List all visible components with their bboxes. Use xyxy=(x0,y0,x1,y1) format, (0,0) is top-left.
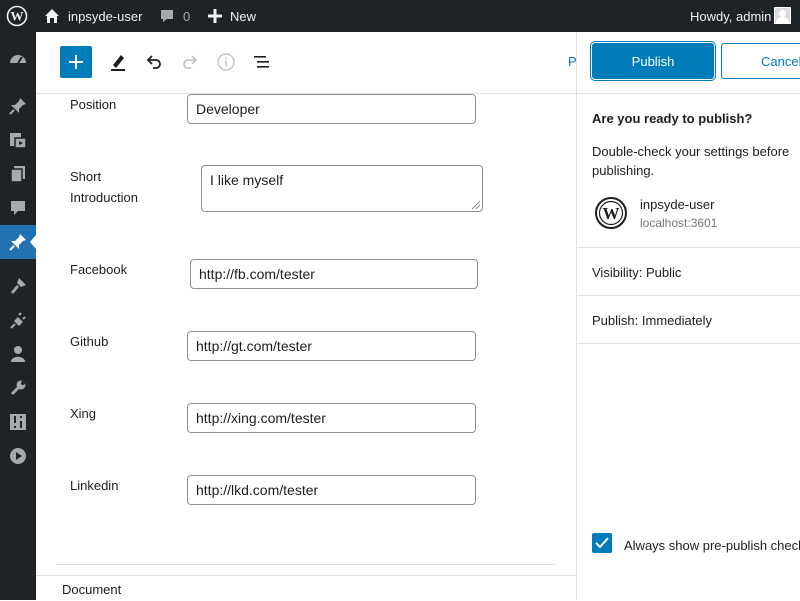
cancel-label: Cancel xyxy=(761,53,800,69)
facebook-input[interactable]: http://fb.com/tester xyxy=(190,259,478,289)
media-icon[interactable] xyxy=(0,123,36,157)
wordpress-site-icon: W xyxy=(595,197,627,234)
position-label: Position xyxy=(70,97,117,112)
publish-panel-title: Are you ready to publish? xyxy=(592,111,753,126)
tools-edit-button[interactable] xyxy=(102,46,134,78)
home-icon xyxy=(45,9,59,23)
divider xyxy=(577,247,800,248)
comments-count: 0 xyxy=(183,8,191,24)
xing-input[interactable]: http://xing.com/tester xyxy=(187,403,476,433)
cancel-button[interactable]: Cancel xyxy=(721,43,800,79)
site-name-link[interactable]: inpsyde-user xyxy=(44,0,142,32)
list-view-icon xyxy=(254,56,269,68)
checkmark-icon xyxy=(595,537,609,549)
visibility-value: Public xyxy=(645,265,682,280)
site-url: localhost:3601 xyxy=(640,216,718,230)
howdy-label: Howdy, admin xyxy=(690,8,772,24)
svg-text:W: W xyxy=(11,9,24,24)
publish-panel: Publish Cancel Are you ready to publish?… xyxy=(576,32,800,600)
editor-footer: Document xyxy=(36,575,576,601)
undo-button[interactable] xyxy=(138,46,170,78)
avatar[interactable] xyxy=(774,7,791,24)
tools-icon[interactable] xyxy=(0,371,36,405)
pencil-icon xyxy=(111,55,125,71)
plugins-icon[interactable] xyxy=(0,303,36,337)
new-label: New xyxy=(230,8,257,24)
dashboard-icon[interactable] xyxy=(0,43,36,77)
xing-label: Xing xyxy=(70,406,97,421)
facebook-label: Facebook xyxy=(70,262,128,277)
details-button[interactable] xyxy=(210,46,242,78)
divider xyxy=(577,343,800,344)
info-icon xyxy=(217,53,235,71)
visibility-row[interactable]: Visibility: Public xyxy=(592,265,681,280)
intro-text: I like myself xyxy=(210,172,284,188)
publish-panel-description: Double-check your settings before publis… xyxy=(592,144,790,178)
linkedin-label: Linkedin xyxy=(70,478,119,493)
my-account-link[interactable]: Howdy, admin xyxy=(690,0,771,32)
site-name-label: inpsyde-user xyxy=(68,8,143,24)
redo-icon xyxy=(183,55,198,69)
undo-icon xyxy=(146,55,161,69)
list-view-button[interactable] xyxy=(246,46,278,78)
new-content-link[interactable]: New xyxy=(208,0,256,32)
visibility-key: Visibility: xyxy=(592,265,643,280)
publish-key: Publish: xyxy=(592,313,639,328)
add-block-button[interactable] xyxy=(60,46,92,78)
appearance-icon[interactable] xyxy=(0,269,36,303)
publish-button[interactable]: Publish xyxy=(592,43,714,79)
posts-pin-icon[interactable] xyxy=(0,89,36,123)
site-name: inpsyde-user xyxy=(640,197,715,212)
wordpress-logo-icon[interactable]: W xyxy=(6,0,28,32)
media-play-icon[interactable] xyxy=(0,439,36,473)
github-input[interactable]: http://gt.com/tester xyxy=(187,331,476,361)
svg-text:W: W xyxy=(603,204,620,223)
redo-button[interactable] xyxy=(174,46,206,78)
document-breadcrumb[interactable]: Document xyxy=(62,582,121,597)
always-show-label: Always show pre-publish checks. xyxy=(624,538,800,553)
intro-label-line1: Short xyxy=(70,169,102,184)
resize-grip-icon[interactable] xyxy=(472,201,480,209)
divider xyxy=(577,295,800,296)
publish-value: Immediately xyxy=(641,313,712,328)
pin-icon[interactable] xyxy=(0,225,36,259)
pages-icon[interactable] xyxy=(0,157,36,191)
intro-label-line2: Introduction xyxy=(70,190,138,205)
linkedin-input[interactable]: http://lkd.com/tester xyxy=(187,475,476,505)
publish-panel-header: Publish Cancel xyxy=(577,32,800,94)
users-icon[interactable] xyxy=(0,337,36,371)
publish-date-row[interactable]: Publish: Immediately xyxy=(592,313,712,328)
admin-bar: W inpsyde-user 0 New Howdy, admin xyxy=(0,0,800,32)
comment-bubble-icon xyxy=(161,10,173,22)
settings-icon[interactable] xyxy=(0,405,36,439)
comments-icon[interactable] xyxy=(0,191,36,225)
plus-icon xyxy=(208,9,222,23)
content-divider xyxy=(56,564,556,565)
always-show-checkbox[interactable] xyxy=(592,533,612,553)
editor-toolbar: P xyxy=(36,32,577,94)
plus-icon xyxy=(69,55,83,69)
intro-textarea[interactable]: I like myself xyxy=(201,165,483,212)
comments-link[interactable]: 0 xyxy=(159,0,190,32)
position-input[interactable]: Developer xyxy=(187,94,476,124)
editor-content: Position Developer Short Introduction I … xyxy=(36,94,576,574)
github-label: Github xyxy=(70,334,109,349)
admin-sidebar xyxy=(0,32,36,600)
